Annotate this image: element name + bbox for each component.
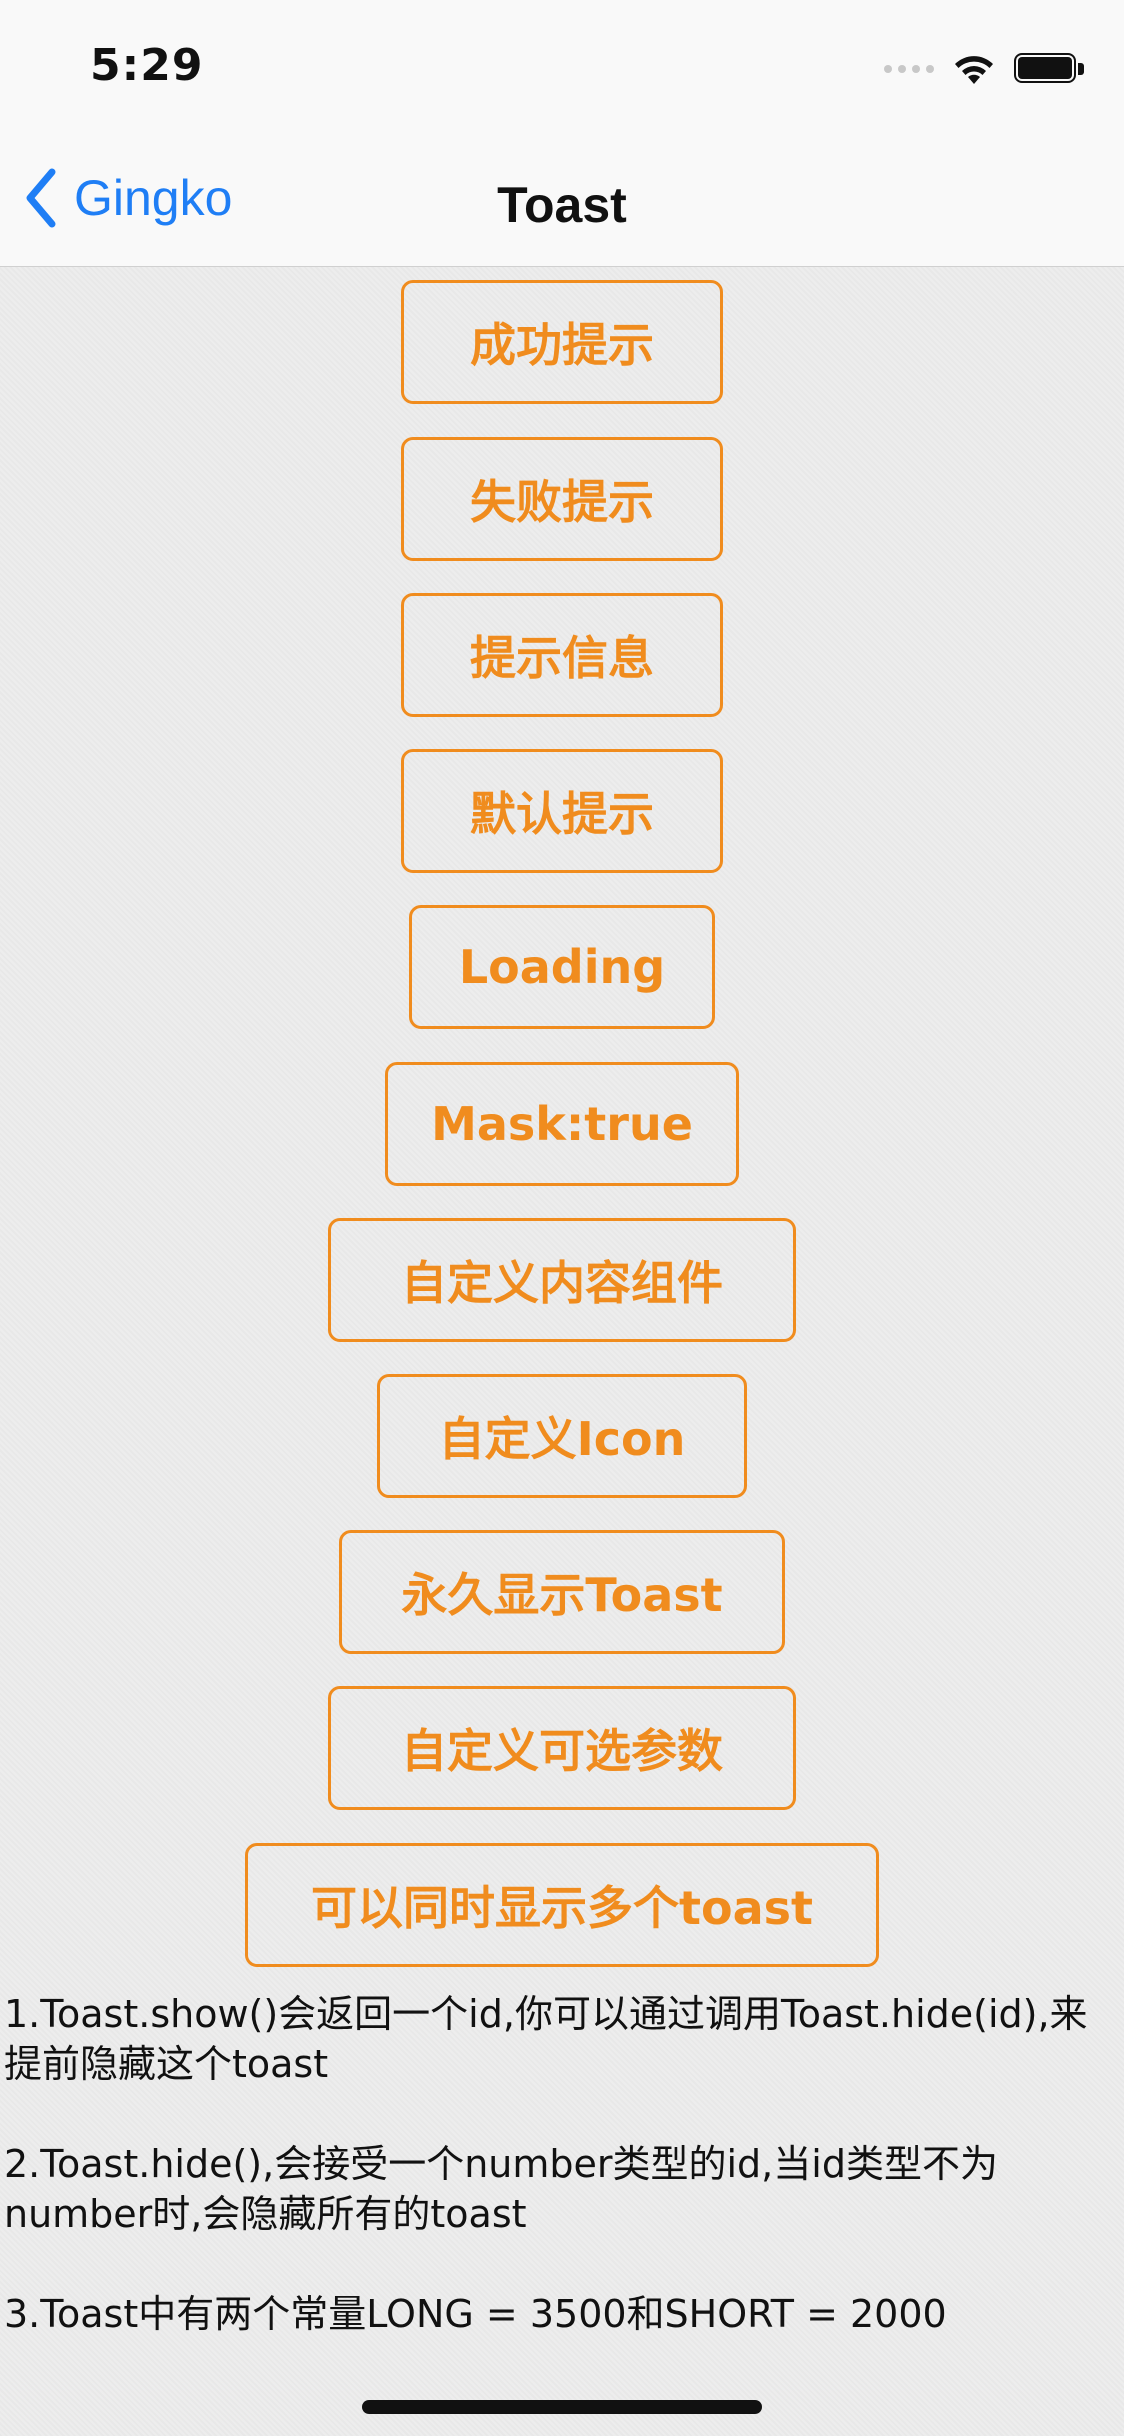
battery-icon xyxy=(1014,53,1084,85)
custom-params-button[interactable]: 自定义可选参数 xyxy=(328,1686,796,1810)
notes: 1.Toast.show()会返回一个id,你可以通过调用Toast.hide(… xyxy=(4,1989,1120,2339)
custom-icon-button[interactable]: 自定义Icon xyxy=(377,1374,747,1498)
default-toast-button[interactable]: 默认提示 xyxy=(401,749,723,873)
loading-toast-button[interactable]: Loading xyxy=(409,905,715,1029)
status-icons xyxy=(884,52,1084,86)
note-3: 3.Toast中有两个常量LONG = 3500和SHORT = 2000 xyxy=(4,2292,947,2336)
fail-toast-button[interactable]: 失败提示 xyxy=(401,437,723,561)
mask-toast-button[interactable]: Mask:true xyxy=(385,1062,739,1186)
status-bar: 5:29 xyxy=(0,0,1124,140)
note-2: 2.Toast.hide(),会接受一个number类型的id,当id类型不为n… xyxy=(4,2142,998,2236)
permanent-toast-button[interactable]: 永久显示Toast xyxy=(339,1530,785,1654)
status-time: 5:29 xyxy=(90,40,204,91)
chevron-left-icon xyxy=(26,168,56,228)
content-area: 成功提示 失败提示 提示信息 默认提示 Loading Mask:true 自定… xyxy=(0,267,1124,2436)
custom-content-button[interactable]: 自定义内容组件 xyxy=(328,1218,796,1342)
back-label: Gingko xyxy=(74,170,233,226)
wifi-icon xyxy=(955,56,993,84)
back-button[interactable]: Gingko xyxy=(22,166,232,230)
signal-dots-icon xyxy=(884,65,934,73)
note-1: 1.Toast.show()会返回一个id,你可以通过调用Toast.hide(… xyxy=(4,1992,1088,2086)
navigation-bar: Toast Gingko xyxy=(0,140,1124,267)
info-toast-button[interactable]: 提示信息 xyxy=(401,593,723,717)
home-indicator[interactable] xyxy=(362,2400,762,2414)
multiple-toast-button[interactable]: 可以同时显示多个toast xyxy=(245,1843,879,1967)
success-toast-button[interactable]: 成功提示 xyxy=(401,280,723,404)
